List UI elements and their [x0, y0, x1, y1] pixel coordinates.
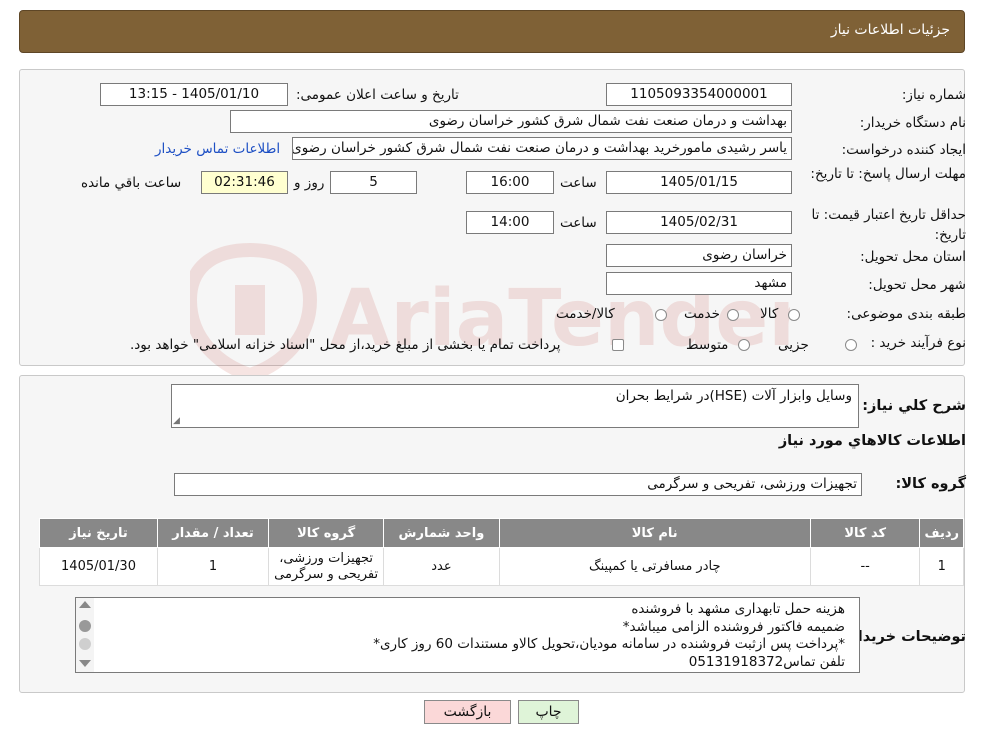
category-label: طبقه بندی موضوعی:: [846, 306, 966, 322]
process-minor-radio[interactable]: [845, 339, 857, 351]
reply-date-field: 1405/01/15: [606, 171, 792, 194]
col-quantity: تعداد / مقدار: [157, 518, 269, 548]
reply-time-field: 16:00: [466, 171, 554, 194]
category-goods-radio[interactable]: [788, 309, 800, 321]
creator-label: ایجاد کننده درخواست:: [841, 142, 966, 158]
process-medium-label: متوسط: [686, 337, 729, 353]
cell-quantity: 1: [157, 547, 269, 586]
col-need-date: تاریخ نیاز: [39, 518, 158, 548]
col-item-code: کد کالا: [809, 518, 921, 548]
cell-item-group: تجهیزات ورزشی، تفریحی و سرگرمی: [267, 547, 385, 586]
price-date-field: 1405/02/31: [606, 211, 792, 234]
price-validity-label: حداقل تاريخ اعتبار قيمت: تا تاریخ:: [811, 207, 966, 243]
province-label: استان محل تحویل:: [860, 249, 966, 265]
need-description-field[interactable]: وسايل وابزار آلات (HSE)در شرايط بحران: [171, 384, 859, 428]
category-goods-label: کالا: [760, 306, 779, 322]
process-label: نوع فرآیند خرید :: [870, 335, 966, 351]
resize-handle-icon[interactable]: ◢: [173, 416, 180, 426]
notes-line: ضمیمه فاکتور فروشنده الزامی میباشد*: [622, 618, 845, 635]
cell-unit: عدد: [383, 547, 500, 586]
buyer-org-field: بهداشت و درمان صنعت نفت شمال شرق کشور خر…: [230, 110, 792, 133]
scroll-track-dot: [79, 638, 91, 650]
process-note: پرداخت تمام یا بخشی از مبلغ خرید،از محل …: [130, 337, 561, 353]
need-number-label: شماره نیاز:: [901, 87, 966, 103]
city-label: شهر محل تحویل:: [868, 277, 966, 293]
goods-group-label: گروه کالا:: [895, 476, 966, 492]
need-description-label: شرح کلي نياز:: [862, 398, 966, 414]
reply-time-label: ساعت: [560, 175, 597, 191]
notes-line: *پرداخت پس ازثبت فروشنده در سامانه مودیا…: [373, 636, 845, 652]
notes-scrollbar[interactable]: [76, 598, 94, 672]
buyer-org-label: نام دستگاه خریدار:: [859, 115, 966, 131]
page-title: جزئیات اطلاعات نیاز: [830, 22, 950, 38]
cell-item-name: چادر مسافرتی یا کمپینگ: [498, 547, 811, 586]
col-item-name: نام کالا: [498, 518, 811, 548]
remaining-label: ساعت باقي مانده: [81, 175, 182, 191]
buyer-contact-link[interactable]: اطلاعات تماس خریدار: [155, 141, 280, 157]
scroll-thumb[interactable]: [79, 620, 91, 632]
watermark-shield-icon: [190, 242, 318, 380]
notes-line: تلفن تماس05131918372: [688, 653, 845, 670]
creator-field: یاسر رشیدی مامورخرید بهداشت و درمان صنعت…: [292, 137, 792, 160]
category-service-label: خدمت: [684, 306, 720, 322]
goods-group-field: تجهیزات ورزشی، تفریحی و سرگرمی: [174, 473, 862, 496]
process-medium-radio[interactable]: [738, 339, 750, 351]
category-goods-service-radio[interactable]: [655, 309, 667, 321]
announce-field: 1405/01/10 - 13:15: [100, 83, 288, 106]
col-row-number: رديف: [919, 518, 964, 548]
price-time-label: ساعت: [560, 215, 597, 231]
need-number-field: 1105093354000001: [606, 83, 792, 106]
buyer-notes-label: توضیحات خریدار:: [843, 629, 966, 645]
category-goods-service-label: کالا/خدمت: [556, 306, 615, 322]
cell-need-date: 1405/01/30: [39, 547, 158, 586]
category-service-radio[interactable]: [727, 309, 739, 321]
remaining-time-field: 02:31:46: [201, 171, 288, 194]
reply-deadline-label: مهلت ارسال پاسخ: تا تاریخ:: [810, 166, 966, 182]
cell-item-code: --: [809, 547, 921, 586]
process-minor-label: جزیی: [778, 337, 809, 353]
province-field: خراسان رضوی: [606, 244, 792, 267]
goods-table-header-row: رديف کد کالا نام کالا واحد شمارش گروه کا…: [39, 518, 964, 548]
table-row: 1 -- چادر مسافرتی یا کمپینگ عدد تجهیزات …: [39, 547, 964, 586]
city-field: مشهد: [606, 272, 792, 295]
scroll-up-icon[interactable]: [79, 601, 91, 608]
col-item-group: گروه کالا: [267, 518, 385, 548]
days-field: 5: [330, 171, 417, 194]
print-button[interactable]: چاپ: [518, 700, 579, 724]
page-header: جزئیات اطلاعات نیاز: [19, 10, 965, 53]
cell-row-number: 1: [919, 547, 964, 586]
buyer-notes-field[interactable]: هزینه حمل تابهداری مشهد با فروشنده ضمیمه…: [75, 597, 860, 673]
goods-info-title: اطلاعات کالاهاي مورد نياز: [778, 433, 966, 449]
col-unit: واحد شمارش: [383, 518, 500, 548]
price-time-field: 14:00: [466, 211, 554, 234]
announce-label: تاریخ و ساعت اعلان عمومی:: [296, 87, 459, 103]
goods-table: رديف کد کالا نام کالا واحد شمارش گروه کا…: [39, 518, 964, 586]
scroll-down-icon[interactable]: [79, 660, 91, 667]
back-button[interactable]: بازگشت: [424, 700, 511, 724]
days-label: روز و: [294, 175, 325, 191]
notes-line: هزینه حمل تابهداری مشهد با فروشنده: [631, 601, 845, 617]
process-treasury-checkbox[interactable]: [612, 339, 624, 351]
